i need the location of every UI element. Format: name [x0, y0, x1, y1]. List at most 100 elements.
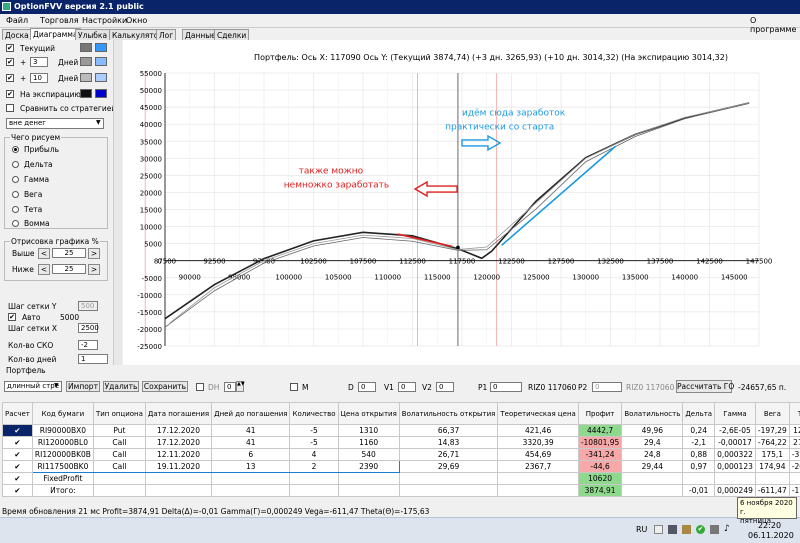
column-header[interactable]: Количество: [289, 402, 339, 425]
grid-y-input[interactable]: 500: [78, 301, 98, 311]
payoff-chart[interactable]: Портфель: Ось X: 117090 Ось Y: (Текущий …: [123, 40, 800, 365]
color-swatch-days2-2[interactable]: [95, 73, 107, 82]
column-header[interactable]: Теоретическая цена: [497, 402, 579, 425]
color-swatch-days2-1[interactable]: [80, 73, 92, 82]
save-button[interactable]: Сохранить: [142, 381, 188, 392]
color-swatch-expiry-2[interactable]: [95, 89, 107, 98]
import-button[interactable]: Импорт: [66, 381, 100, 392]
chart-area: Портфель: Ось X: 117090 Ось Y: (Текущий …: [123, 40, 800, 365]
row-check-cell[interactable]: ✔: [2, 424, 33, 437]
radio-vega[interactable]: [12, 191, 19, 198]
color-swatch-expiry-1[interactable]: [80, 89, 92, 98]
auto-checkbox[interactable]: ✔: [8, 313, 16, 321]
days2-checkbox[interactable]: ✔: [6, 74, 14, 82]
calculate-go-button[interactable]: Рассчитать ГО: [676, 380, 734, 393]
column-header[interactable]: Дата погашения: [144, 402, 213, 425]
days1-checkbox[interactable]: ✔: [6, 58, 14, 66]
v2-input[interactable]: 0: [436, 382, 454, 392]
below-increase-button[interactable]: >: [88, 264, 100, 275]
dh-input[interactable]: 0: [224, 382, 236, 392]
tab-diagram[interactable]: Диаграмма: [30, 28, 81, 40]
color-swatch-days1-2[interactable]: [95, 57, 107, 66]
row-check-cell[interactable]: ✔: [2, 436, 33, 449]
radio-gamma[interactable]: [12, 176, 19, 183]
chevron-down-icon[interactable]: ▼: [96, 119, 101, 126]
color-swatch-days1-1[interactable]: [80, 57, 92, 66]
left-panel-scrollbar[interactable]: [113, 40, 122, 365]
days-count-input[interactable]: 1: [78, 354, 108, 364]
p2-input[interactable]: 0: [592, 382, 622, 392]
check-icon[interactable]: ✔: [696, 525, 705, 534]
table-row[interactable]: ✔ RI120000BL0 Call 17.12.2020 41 -5 1160 14,83 3…: [2, 436, 800, 449]
column-header[interactable]: Цена открытия: [337, 402, 400, 425]
network-icon[interactable]: [668, 525, 677, 534]
column-header[interactable]: Волатильность: [621, 402, 684, 425]
window-icon[interactable]: [654, 525, 663, 534]
column-header[interactable]: Дней до погашения: [211, 402, 291, 425]
positions-table: Расчет Код бумаги Тип опциона Дата погашени…: [2, 402, 800, 497]
monitor-icon[interactable]: [710, 525, 719, 534]
compare-checkbox[interactable]: [6, 104, 14, 112]
days1-input[interactable]: 3: [30, 57, 48, 67]
menu-window[interactable]: Окно: [126, 16, 147, 25]
d-input[interactable]: 0: [358, 382, 376, 392]
expiry-checkbox[interactable]: ✔: [6, 90, 14, 98]
below-decrease-button[interactable]: <: [38, 264, 50, 275]
money-select[interactable]: вне денег: [6, 118, 104, 129]
table-row[interactable]: ✔ RI90000BX0 Put 17.12.2020 41 -5 1310 66,37 421…: [2, 424, 800, 437]
grid-x-input[interactable]: 2500: [78, 323, 99, 333]
column-header[interactable]: Код бумаги: [31, 402, 94, 425]
column-header[interactable]: Тип опциона: [92, 402, 146, 425]
radio-profit[interactable]: [12, 146, 19, 153]
days2-input[interactable]: 10: [30, 73, 48, 83]
sko-input[interactable]: -2: [78, 340, 98, 350]
table-row[interactable]: ✔ RI117500BK0 Call 19.11.2020 13 2 2390 29,69 23…: [2, 460, 800, 473]
above-increase-button[interactable]: >: [88, 248, 100, 259]
language-indicator[interactable]: RU: [636, 525, 647, 534]
tab-deals[interactable]: Сделки: [214, 29, 250, 40]
color-swatch-current-2[interactable]: [95, 43, 107, 52]
tab-board[interactable]: Доска: [2, 29, 32, 40]
radio-vomma[interactable]: [12, 220, 19, 227]
radio-delta[interactable]: [12, 161, 19, 168]
menu-settings[interactable]: Настройки: [82, 16, 127, 25]
table-row[interactable]: ✔FixedProfit10620X: [2, 472, 800, 485]
table-cell: 12.11.2020: [144, 448, 213, 461]
column-header[interactable]: Вега: [754, 402, 790, 425]
delete-button[interactable]: Удалить: [103, 381, 139, 392]
column-header[interactable]: Тета: [788, 402, 800, 425]
above-decrease-button[interactable]: <: [38, 248, 50, 259]
column-header[interactable]: Расчет: [2, 402, 33, 425]
radio-theta[interactable]: [12, 206, 19, 213]
column-header[interactable]: Дельта: [682, 402, 716, 425]
p1-input[interactable]: 0: [490, 382, 522, 392]
chart-annotations: идём сюда заработок практически со старта…: [284, 109, 616, 248]
row-check-cell[interactable]: ✔: [2, 460, 33, 473]
column-header[interactable]: Профит: [577, 402, 623, 425]
chevron-down-icon[interactable]: ▼: [54, 382, 59, 389]
tab-log[interactable]: Лог: [156, 29, 177, 40]
table-row[interactable]: ✔Итого: 3874,91 -0,010,000249-611,47-175,6…: [2, 484, 800, 497]
row-check-cell[interactable]: ✔: [2, 472, 33, 485]
v1-input[interactable]: 0: [398, 382, 416, 392]
table-row[interactable]: ✔ RI120000BK0B Call 12.11.2020 6 4 540 26,71 454…: [2, 448, 800, 461]
m-checkbox[interactable]: [290, 383, 298, 391]
package-icon[interactable]: [682, 525, 691, 534]
dh-spinner[interactable]: ▲▼: [236, 381, 245, 392]
radio-profit-label: Прибыль: [24, 145, 60, 154]
color-swatch-current-1[interactable]: [80, 43, 92, 52]
row-check-cell[interactable]: ✔: [2, 448, 33, 461]
column-header[interactable]: Гамма: [714, 402, 756, 425]
row-check-cell[interactable]: ✔: [2, 484, 33, 497]
column-header[interactable]: Волатильность открытия: [398, 402, 499, 425]
current-checkbox[interactable]: ✔: [6, 44, 14, 52]
menu-trading[interactable]: Торговля: [40, 16, 79, 25]
above-input[interactable]: 25: [52, 248, 86, 258]
dh-checkbox[interactable]: [196, 383, 204, 391]
tab-smile[interactable]: Улыбка: [75, 29, 111, 40]
below-input[interactable]: 25: [52, 264, 86, 274]
clock-date[interactable]: 06.11.2020: [748, 531, 794, 540]
x-tick-label-top: 107500: [350, 258, 377, 266]
menu-file[interactable]: Файл: [6, 16, 28, 25]
speaker-icon[interactable]: ♪: [724, 524, 730, 534]
